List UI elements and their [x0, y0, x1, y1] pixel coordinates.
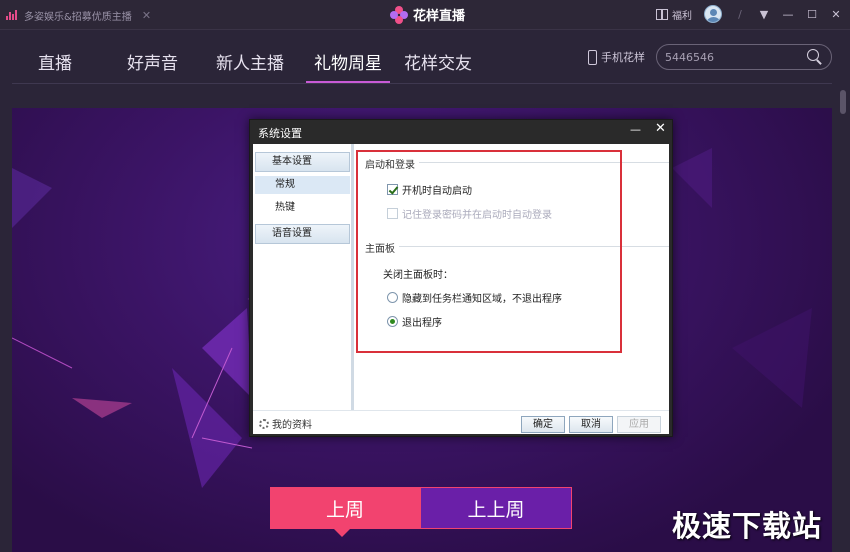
gear-icon	[259, 418, 269, 429]
flower-logo-icon	[390, 5, 408, 24]
dialog-minimize-icon[interactable]: —	[630, 123, 641, 136]
welfare-label: 福利	[672, 10, 692, 22]
my-profile-label: 我的资料	[272, 420, 312, 431]
brand-name: 花样直播	[413, 9, 466, 24]
dialog-title: 系统设置	[258, 127, 302, 140]
tab-label: 多姿娱乐&招募优质主播	[24, 11, 132, 23]
annotation-highlight-box	[356, 150, 622, 353]
dialog-title-bar: 系统设置 — ✕	[250, 120, 672, 142]
tab-last-week[interactable]: 上周	[270, 487, 420, 537]
tab-close-icon[interactable]: ✕	[142, 9, 151, 22]
app-window: 多姿娱乐&招募优质主播 ✕ 花样直播 福利 / ▼ — ☐ ✕ 直播 好声音 新…	[0, 0, 850, 552]
tab-week-before-last[interactable]: 上上周	[420, 487, 572, 529]
apply-button[interactable]: 应用	[617, 416, 661, 433]
nav-item-social[interactable]: 花样交友	[404, 49, 472, 74]
close-icon[interactable]: ✕	[830, 8, 842, 21]
phone-label: 手机花样	[601, 51, 645, 64]
category-voice-settings[interactable]: 语音设置	[255, 224, 350, 244]
maximize-icon[interactable]: ☐	[806, 8, 818, 21]
search-input[interactable]	[665, 49, 805, 66]
titlebar-controls: 福利 / ▼ — ☐ ✕	[656, 5, 842, 23]
gift-icon	[656, 8, 668, 20]
nav-divider	[12, 83, 832, 84]
scrollbar[interactable]	[839, 90, 847, 552]
user-avatar[interactable]	[704, 5, 722, 23]
panel-splitter[interactable]	[351, 144, 354, 410]
nav-item-live[interactable]: 直播	[38, 49, 72, 74]
scrollbar-thumb[interactable]	[840, 90, 846, 114]
category-general[interactable]: 常规	[255, 176, 350, 194]
nav-bar: 直播 好声音 新人主播 礼物周星 花样交友 手机花样	[0, 31, 850, 85]
separator: /	[738, 7, 742, 21]
settings-category-list: 基本设置 常规 热键 语音设置	[253, 144, 352, 410]
minimize-icon[interactable]: —	[782, 8, 794, 21]
title-bar: 多姿娱乐&招募优质主播 ✕ 花样直播 福利 / ▼ — ☐ ✕	[0, 0, 850, 30]
search-icon[interactable]	[807, 49, 823, 65]
app-brand: 花样直播	[390, 5, 465, 24]
search-box	[656, 44, 832, 70]
dialog-close-icon[interactable]: ✕	[655, 121, 666, 136]
nav-item-gift-week-star[interactable]: 礼物周星	[314, 49, 382, 74]
nav-item-new-hosts[interactable]: 新人主播	[216, 49, 284, 74]
browser-tab[interactable]: 多姿娱乐&招募优质主播 ✕	[6, 4, 151, 26]
welfare-button[interactable]: 福利	[656, 7, 692, 22]
mobile-app-link[interactable]: 手机花样	[588, 49, 645, 65]
site-watermark: 极速下载站	[672, 509, 823, 543]
phone-icon	[588, 49, 597, 65]
week-tabs: 上周 上上周	[270, 487, 572, 537]
equalizer-icon	[6, 10, 18, 20]
ok-button[interactable]: 确定	[521, 416, 565, 433]
category-hotkey[interactable]: 热键	[255, 199, 350, 217]
category-basic-settings[interactable]: 基本设置	[255, 152, 350, 172]
cancel-button[interactable]: 取消	[569, 416, 613, 433]
my-profile-link[interactable]: 我的资料	[259, 416, 312, 431]
dialog-footer: 我的资料 确定 取消 应用	[253, 410, 669, 434]
nav-item-good-voice[interactable]: 好声音	[127, 49, 178, 74]
menu-dropdown-icon[interactable]: ▼	[758, 8, 770, 21]
